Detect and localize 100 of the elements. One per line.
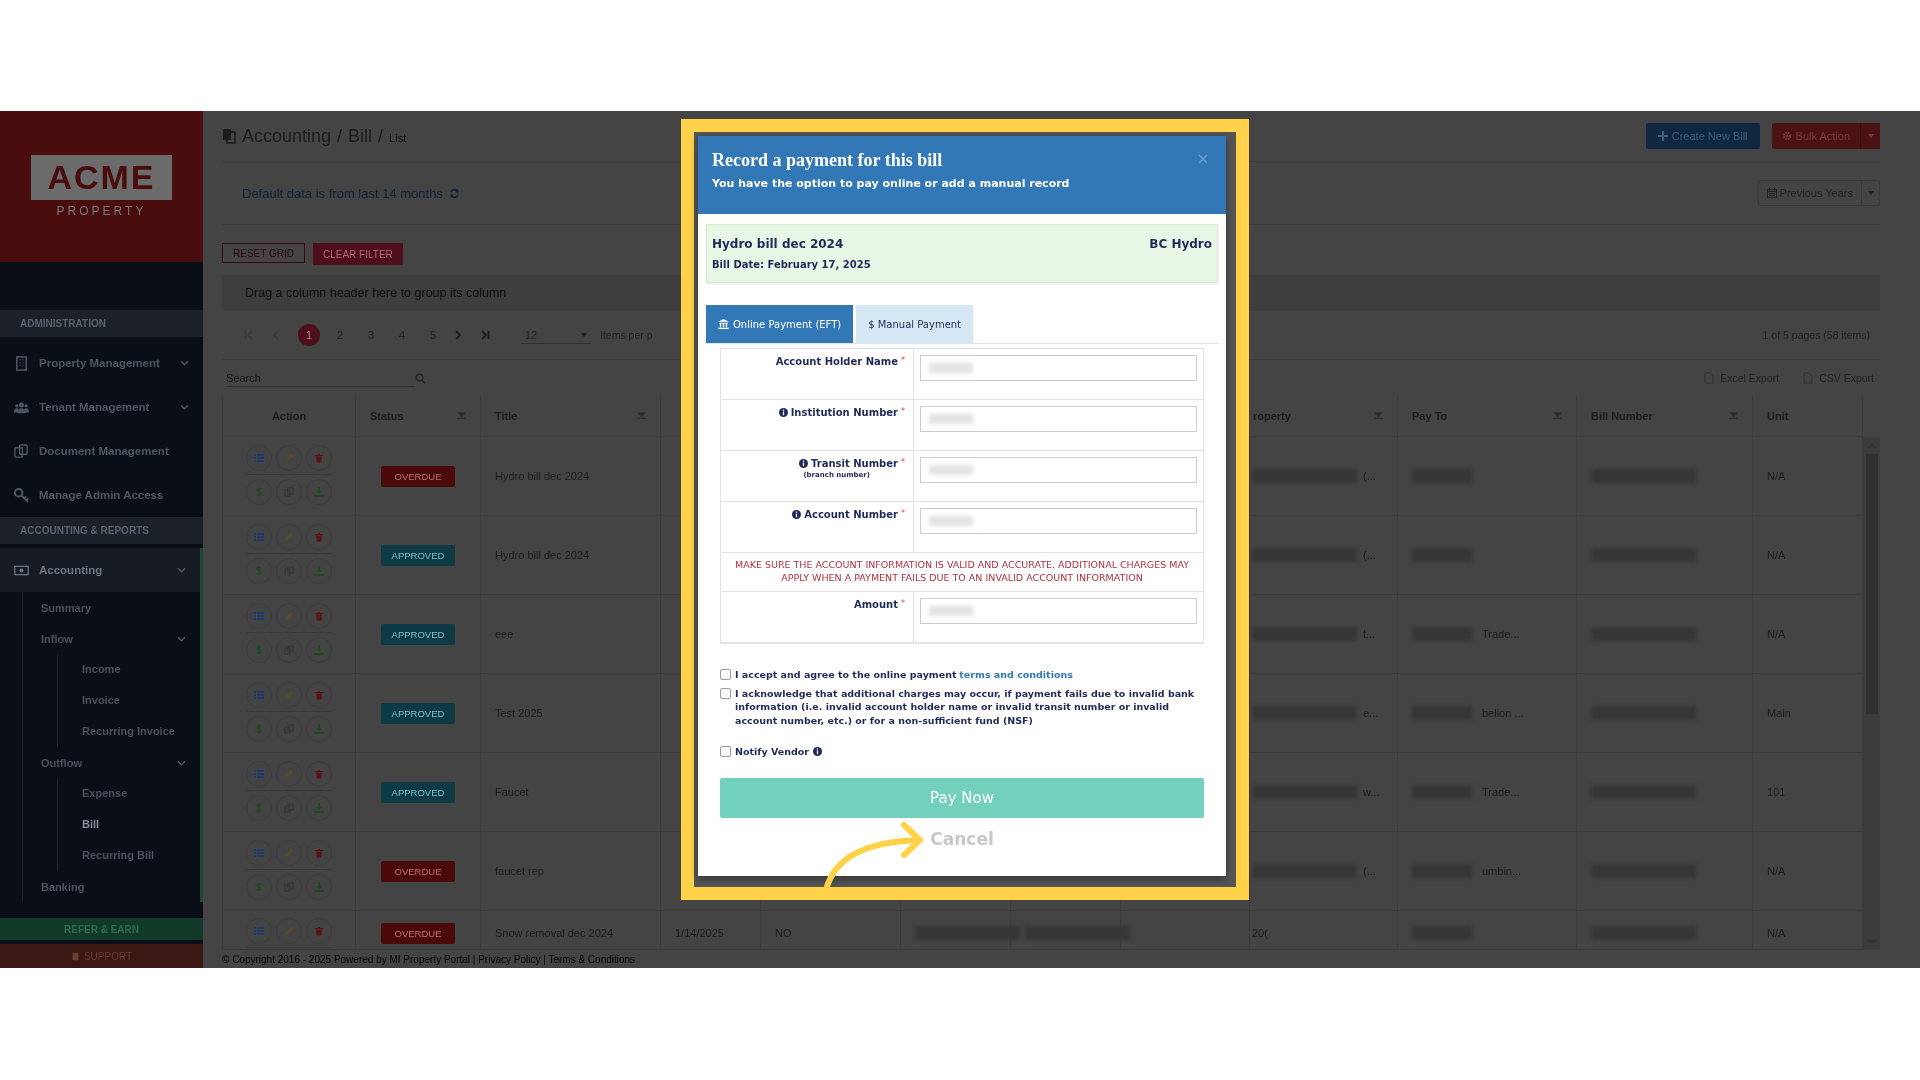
pencil-icon — [284, 531, 294, 542]
grid-button[interactable]: CLEAR FILTER — [312, 243, 403, 265]
trash-icon — [314, 452, 324, 463]
redacted-value — [929, 605, 973, 616]
list-icon — [254, 531, 264, 542]
pencil-icon — [284, 926, 294, 936]
checkbox[interactable] — [720, 746, 731, 758]
status-badge: APPROVED — [381, 702, 455, 724]
list-icon — [254, 610, 264, 621]
sidebar-subitem[interactable]: Summary — [23, 592, 200, 623]
text-field[interactable] — [920, 457, 1197, 483]
status-badge: OVERDUE — [381, 465, 455, 487]
field-label: Transit Number — [811, 458, 898, 469]
field-label: Account Holder Name — [775, 356, 898, 367]
filter-icon[interactable] — [1374, 412, 1383, 420]
checkbox-label: I acknowledge that additional charges may occur, if payment fails due to invalid bank information (i.e. invalid account holder name or invalid transit number or invalid account number, etc.) or for a non-sufficient fund (NSF) — [735, 686, 1196, 727]
required-mark: * — [901, 458, 905, 467]
info-icon[interactable] — [812, 746, 822, 756]
info-icon[interactable] — [792, 510, 802, 519]
checkbox[interactable] — [720, 687, 731, 699]
download-icon — [314, 802, 324, 813]
bill-date: Bill Date: February 17, 2025 — [712, 259, 872, 270]
plus-icon — [1657, 131, 1668, 141]
info-icon[interactable] — [799, 459, 809, 468]
download-icon — [314, 644, 324, 655]
dollar-icon — [254, 644, 264, 655]
page-button[interactable]: 1 — [298, 324, 320, 346]
footer-text: © Copyright 2016 - 2025 Powered by MI Property Portal | Privacy Policy | Terms & Conditions — [222, 949, 1880, 968]
required-mark: * — [901, 598, 905, 608]
pay-now-button[interactable]: Pay Now — [720, 778, 1204, 819]
text-field[interactable] — [920, 355, 1197, 381]
trash-icon — [314, 926, 324, 936]
breadcrumb-separator: / — [378, 125, 384, 147]
list-icon — [254, 847, 264, 858]
chevron-icon — [180, 360, 189, 366]
sidebar-item[interactable]: Manage Admin Access — [0, 473, 203, 517]
dollar-icon — [254, 881, 264, 892]
sidebar-subitem[interactable]: Inflow — [23, 623, 200, 654]
breadcrumb-separator: / — [337, 125, 343, 147]
gear-icon — [1781, 131, 1792, 141]
sidebar-subitem[interactable]: Banking — [23, 871, 200, 902]
sidebar-subitem[interactable]: Outflow — [23, 747, 200, 778]
status-badge: OVERDUE — [381, 860, 455, 882]
calendar-icon — [1766, 188, 1777, 198]
dropdown-toggle[interactable] — [1860, 123, 1880, 149]
field-label: Amount — [853, 598, 898, 610]
required-mark: * — [901, 509, 905, 518]
sidebar-item[interactable]: Tenant Management — [0, 385, 203, 429]
sidebar-subitem[interactable]: Recurring Bill — [58, 840, 200, 871]
next-page-icon[interactable] — [453, 330, 463, 340]
dollar-icon — [254, 486, 264, 497]
filter-icon[interactable] — [457, 412, 466, 420]
sidebar-item[interactable]: Document Management — [0, 429, 203, 473]
pencil-icon — [284, 847, 294, 858]
download-icon — [314, 565, 324, 576]
section-header: ADMINISTRATION — [0, 310, 203, 337]
chevron-icon — [177, 567, 186, 573]
last-page-icon[interactable] — [480, 330, 490, 340]
status-badge: OVERDUE — [381, 922, 455, 944]
text-field[interactable] — [920, 406, 1197, 432]
tab[interactable]: Online Payment (EFT) — [706, 305, 854, 343]
terms-link[interactable]: terms and conditions — [959, 668, 1073, 680]
required-mark: * — [901, 356, 905, 365]
sidebar-subitem[interactable]: Invoice — [58, 685, 200, 716]
refresh-icon[interactable] — [448, 187, 460, 199]
create-button[interactable]: Create New Bill — [1645, 123, 1760, 149]
status-badge: APPROVED — [381, 623, 455, 645]
sidebar-subitem[interactable]: Income — [58, 654, 200, 685]
key-icon — [14, 487, 29, 503]
filter-icon[interactable] — [1553, 412, 1562, 420]
sidebar-item[interactable]: Property Management — [0, 341, 203, 385]
list-icon — [254, 768, 264, 779]
table-cell: (... — [1363, 470, 1376, 482]
checkbox[interactable] — [720, 668, 731, 680]
chevron-icon — [180, 404, 189, 410]
table-cell: (... — [1363, 865, 1376, 877]
sidebar-subitem[interactable]: Bill — [58, 809, 200, 840]
close-icon[interactable] — [1198, 154, 1208, 164]
sidebar-subitem[interactable]: Expense — [58, 778, 200, 809]
trash-icon — [314, 610, 324, 621]
list-icon — [254, 452, 264, 463]
text-field[interactable] — [920, 508, 1197, 534]
filter-icon[interactable] — [1729, 412, 1738, 420]
redacted-value — [929, 465, 973, 475]
list-icon — [254, 689, 264, 700]
logo-wordmark: ACME — [31, 154, 172, 201]
redacted-value — [929, 363, 973, 373]
tab[interactable]: $ Manual Payment — [856, 305, 974, 343]
book-icon — [70, 951, 80, 961]
grid-button[interactable]: RESET GRID — [222, 243, 305, 263]
field-label: Account Number — [804, 509, 898, 520]
chevron-icon — [177, 635, 186, 642]
download-icon — [314, 881, 324, 892]
list-icon — [254, 926, 264, 936]
filter-icon[interactable] — [637, 412, 646, 420]
checkbox-label: Notify Vendor — [735, 744, 809, 759]
text-field[interactable] — [920, 597, 1197, 624]
sidebar-item[interactable]: Accounting — [0, 548, 200, 592]
info-icon[interactable] — [778, 408, 788, 417]
sidebar-subitem[interactable]: Recurring Invoice — [58, 716, 200, 747]
